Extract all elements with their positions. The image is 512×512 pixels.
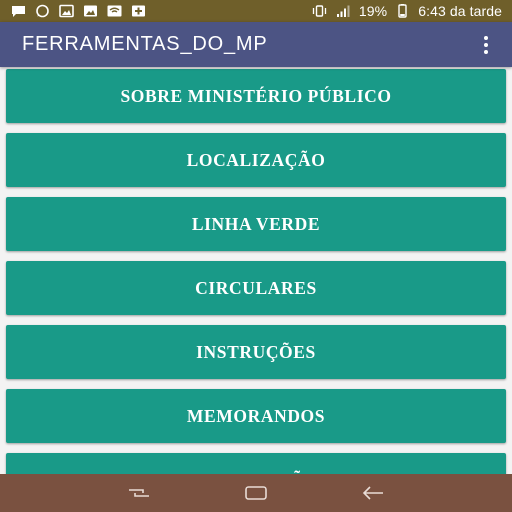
battery-percent: 19% [358, 3, 388, 19]
menu-button-circulares[interactable]: CIRCULARES [6, 261, 506, 315]
photo-icon [82, 4, 99, 18]
message-icon [10, 4, 27, 18]
more-vert-icon[interactable] [474, 29, 498, 61]
menu-button-linha-verde[interactable]: LINHA VERDE [6, 197, 506, 251]
vibrate-icon [311, 4, 328, 18]
status-time: 6:43 da tarde [418, 3, 502, 19]
signal-icon [335, 4, 352, 18]
overflow-dot [484, 49, 488, 54]
medical-icon [130, 4, 147, 18]
menu-button-localizacao[interactable]: LOCALIZAÇÃO [6, 133, 506, 187]
menu-button-sobre[interactable]: SOBRE MINISTÉRIO PÚBLICO [6, 69, 506, 123]
battery-icon [394, 4, 411, 18]
menu-button-instrucoes[interactable]: INSTRUÇÕES [6, 325, 506, 379]
status-bar: 19% 6:43 da tarde [0, 0, 512, 22]
app-title: FERRAMENTAS_DO_MP [22, 33, 268, 55]
menu-button-notificacoes[interactable]: NOTIFICAÇÕES [6, 453, 506, 474]
whatsapp-icon [34, 4, 51, 18]
image-icon [58, 4, 75, 18]
overflow-dot [484, 42, 488, 47]
menu-button-memorandos[interactable]: MEMORANDOS [6, 389, 506, 443]
menu-content: SOBRE MINISTÉRIO PÚBLICO LOCALIZAÇÃO LIN… [0, 67, 512, 474]
screen: 19% 6:43 da tarde FERRAMENTAS_DO_MP SOBR… [0, 0, 512, 512]
app-bar: FERRAMENTAS_DO_MP [0, 22, 512, 67]
status-right-icons: 19% 6:43 da tarde [311, 3, 502, 19]
menu-list: SOBRE MINISTÉRIO PÚBLICO LOCALIZAÇÃO LIN… [6, 69, 506, 474]
home-icon[interactable] [236, 478, 276, 508]
wifi-icon [106, 4, 123, 18]
status-left-icons [10, 4, 147, 18]
overflow-dot [484, 35, 488, 40]
back-icon[interactable] [353, 478, 393, 508]
navigation-bar [0, 474, 512, 512]
recent-apps-icon[interactable] [119, 478, 159, 508]
